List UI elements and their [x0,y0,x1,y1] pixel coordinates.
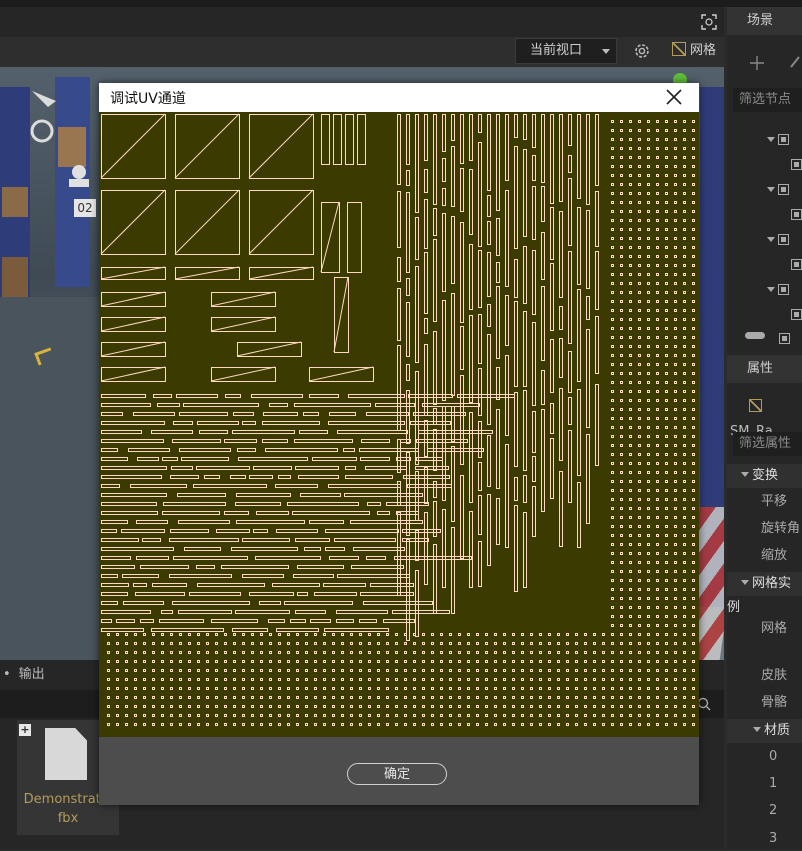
tree-item[interactable] [779,332,790,348]
node-icon [791,159,802,170]
tab-scene[interactable]: 场景 [727,7,802,35]
close-icon[interactable] [665,88,683,106]
tab-output[interactable]: • 输出 [0,663,45,687]
bullet-icon: • [3,667,11,682]
node-icon [778,134,789,145]
link-icon[interactable] [789,55,802,71]
chevron-down-icon [753,727,761,732]
prop-skeleton: 骨骼 [761,695,788,710]
section-material[interactable]: 材质 [727,719,802,743]
file-icon [45,728,87,780]
prop-translate: 平移 [761,494,788,509]
dialog-titlebar: 调试UV通道 [99,83,699,112]
light-gizmo-icon [30,91,56,143]
uv-layout [100,113,695,726]
gear-icon[interactable] [633,42,651,60]
tree-item[interactable] [767,283,789,299]
viewport-toolbar [0,7,724,37]
selected-object-row: SM_Ra [727,396,802,439]
confirm-button[interactable]: 确定 [347,763,447,785]
viewport-label: 02 [74,199,96,217]
node-icon [778,184,789,195]
chevron-down-icon [767,237,775,242]
chevron-down-icon [767,137,775,142]
section-mesh-instance[interactable]: 网格实例 [727,572,802,615]
view-select-label: 当前视口 [530,43,583,58]
top-strip [0,0,802,7]
prop-scale: 缩放 [761,548,788,563]
uv-debug-dialog: 调试UV通道 确定 [99,83,699,805]
add-icon[interactable]: + [19,724,31,736]
material-slot: 0 [769,749,778,764]
filter-nodes-input[interactable]: 筛选节点 [733,88,802,112]
chevron-down-icon [741,472,749,477]
node-icon [778,284,789,295]
node-icon [791,259,802,270]
node-icon [778,234,789,245]
scrollbar-thumb[interactable] [745,332,765,339]
right-panel: 场景 筛选节点 属性 SM_Ra 筛选属性 变换 平移 旋转角 缩放 网格实例 … [727,7,802,849]
section-transform[interactable]: 变换 [727,464,802,488]
tab-properties[interactable]: 属性 [727,355,802,383]
dialog-title: 调试UV通道 [110,91,186,107]
filter-props-input[interactable]: 筛选属性 [733,432,802,456]
view-select[interactable]: 当前视口 [515,38,617,64]
node-icon [791,309,802,320]
search-icon[interactable] [697,697,711,711]
fullscreen-icon[interactable] [701,14,717,30]
tree-item[interactable] [791,308,802,324]
node-icon [791,209,802,220]
material-slot: 1 [769,776,778,791]
chevron-down-icon [767,187,775,192]
mesh-icon [749,399,762,412]
uv-canvas [99,112,699,737]
material-slot: 3 [769,831,778,846]
grid-icon [672,42,686,56]
material-slot: 2 [769,803,778,818]
probe-gizmo-icon [69,165,89,187]
tree-item[interactable] [767,183,789,199]
tree-item[interactable] [791,158,802,174]
prop-rotate: 旋转角 [761,521,801,536]
tree-item[interactable] [791,208,802,224]
grid-toggle-label: 网格 [690,43,717,58]
chevron-down-icon [602,49,610,54]
chevron-down-icon [767,287,775,292]
tree-item[interactable] [767,233,789,249]
grid-toggle[interactable]: 网格 [672,42,716,60]
prop-skin: 皮肤 [761,668,788,683]
tree-item[interactable] [791,258,802,274]
prop-mesh: 网格 [761,621,788,636]
chevron-down-icon [741,580,749,585]
asset-ext: fbx [57,811,79,826]
add-icon[interactable] [749,55,765,71]
node-icon [779,333,790,344]
tree-item[interactable] [767,133,789,149]
